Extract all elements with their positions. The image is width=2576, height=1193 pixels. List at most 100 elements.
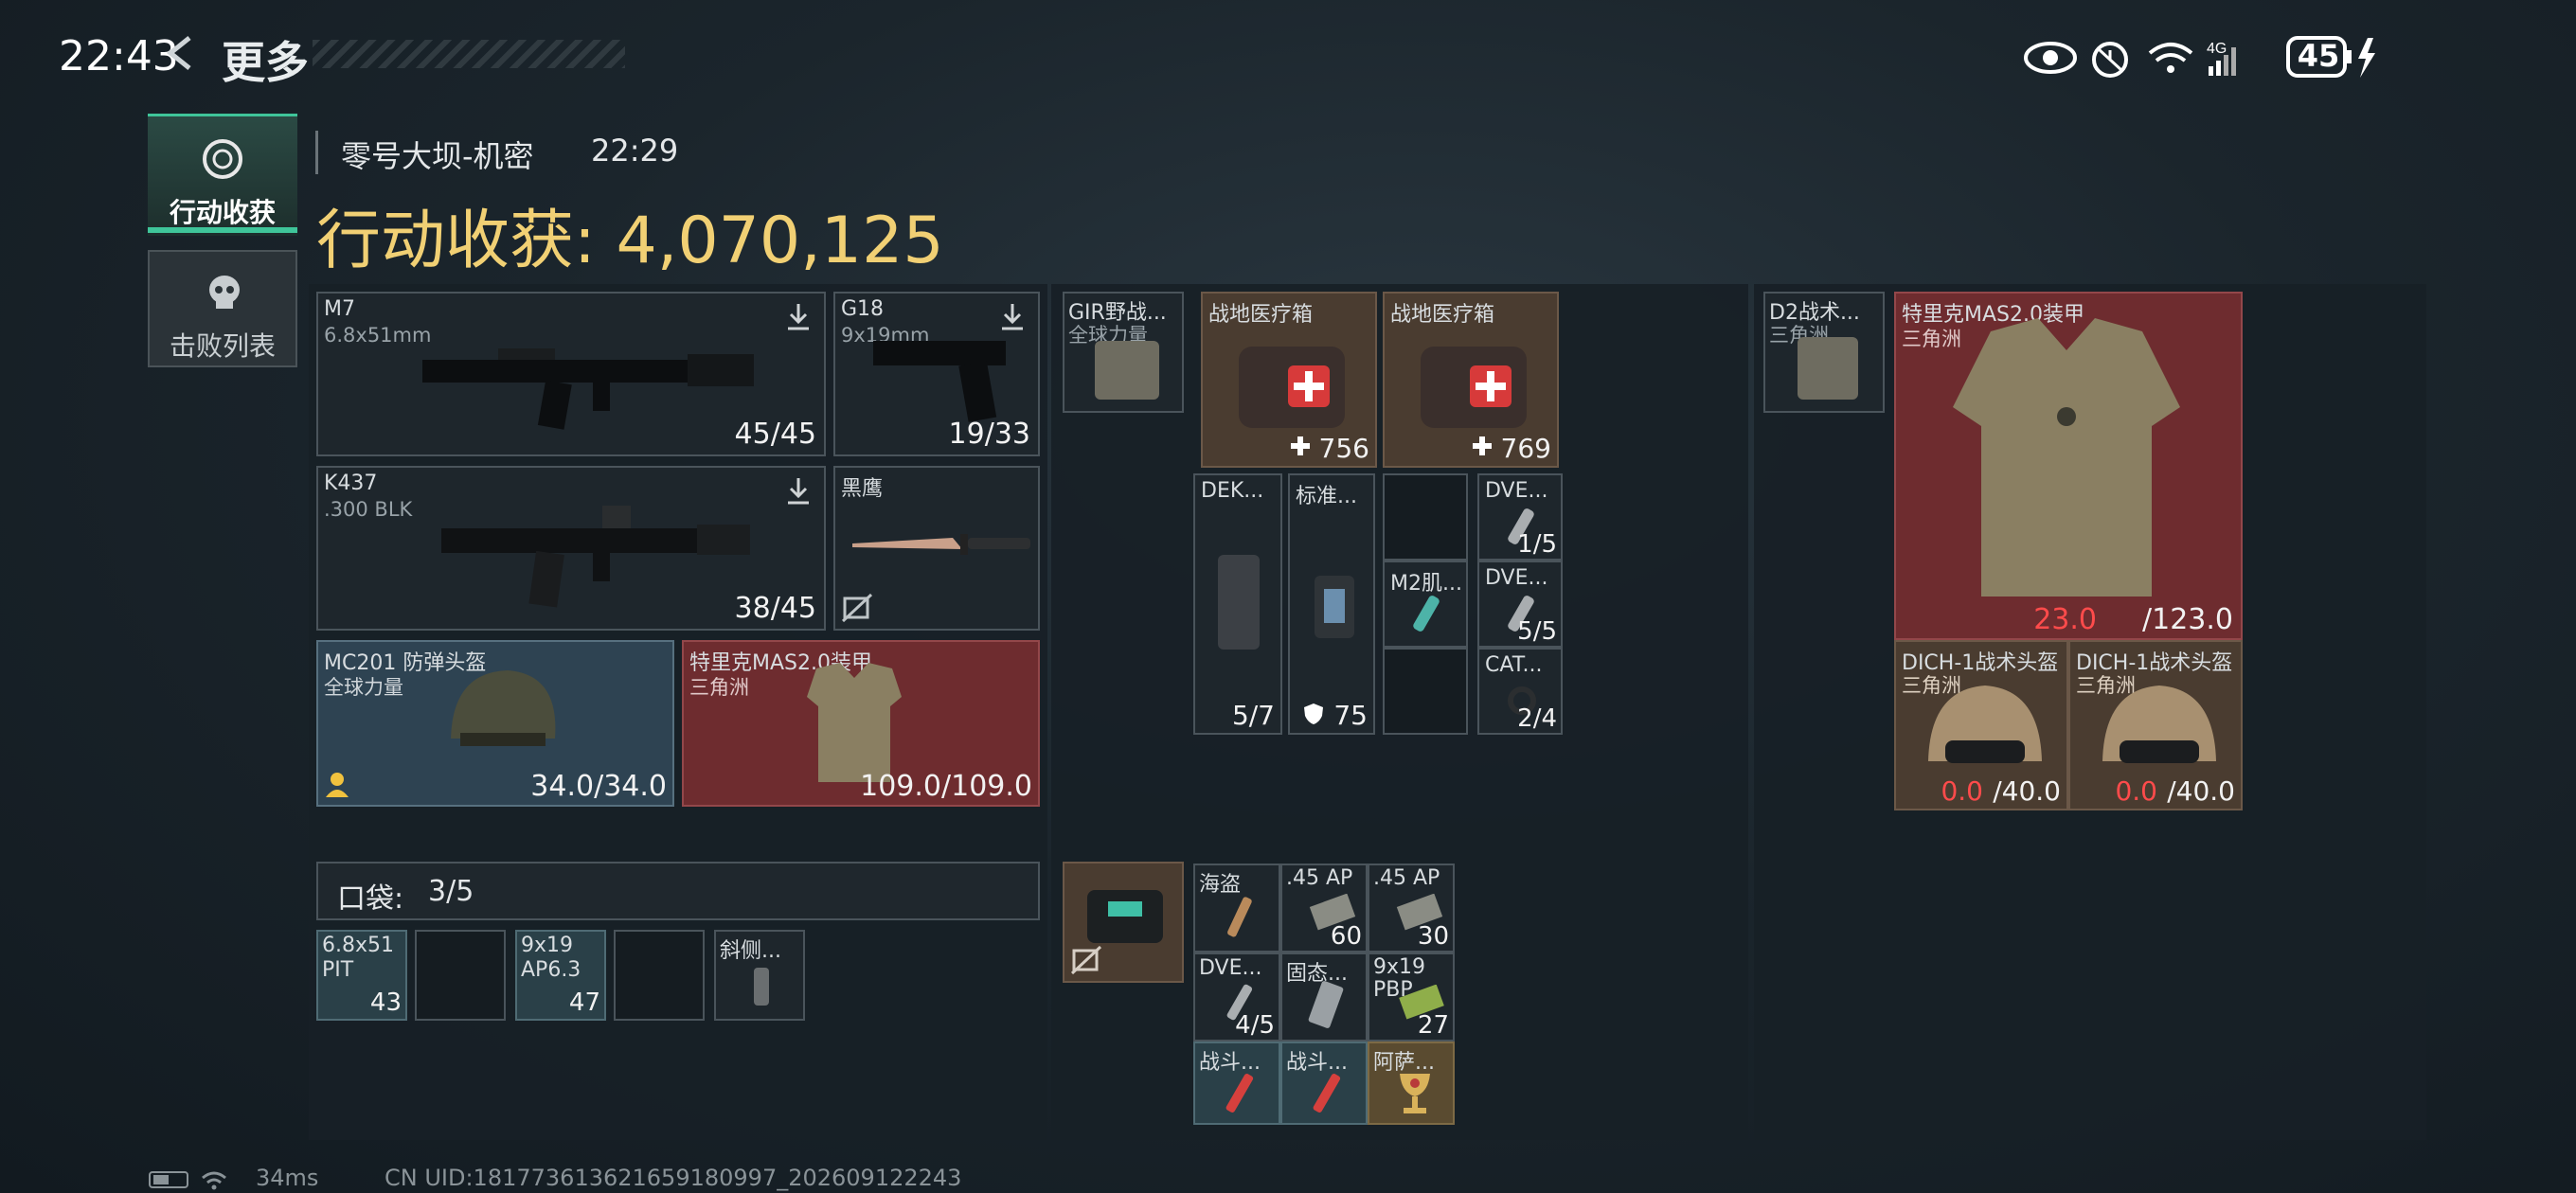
ping: 34ms [256, 1165, 319, 1191]
item-qty: 5/7 [1231, 700, 1275, 731]
durability-max: /40.0 [2167, 775, 2235, 807]
durability-current: 0.0 [1941, 775, 1983, 807]
item-name: CAT... [1485, 653, 1543, 677]
stash-helmet-slot[interactable]: DICH-1战术头盔 三角洲 /40.0 0.0 [1894, 640, 2068, 810]
item-qty: 47 [568, 988, 600, 1017]
item-qty: 1/5 [1517, 530, 1557, 559]
rig-item[interactable]: 战地医疗箱 769 [1383, 292, 1559, 468]
rig-item[interactable]: CAT... 2/4 [1477, 648, 1563, 735]
rig-item[interactable]: DEK... 5/7 [1193, 473, 1282, 735]
item-name: 9x19 [521, 934, 574, 957]
durability: 34.0/34.0 [530, 770, 667, 803]
helmet-image [451, 670, 556, 746]
pocket-header: 口袋: 3/5 [316, 862, 1040, 920]
battery-level: 45 [2297, 38, 2340, 74]
map-name: 零号大坝-机密 [341, 138, 534, 174]
stim-image [1313, 1074, 1341, 1113]
svg-text:4G: 4G [2207, 41, 2227, 57]
pocket-slot-empty[interactable] [415, 930, 506, 1021]
rig-slot-empty[interactable] [1383, 473, 1468, 561]
knife-image [1227, 897, 1252, 937]
backpack-slot[interactable] [1063, 862, 1184, 983]
pocket-item[interactable]: 9x19 AP6.3 47 [515, 930, 606, 1021]
network-status-icons [149, 1171, 226, 1190]
signal-icon: 4G [2207, 41, 2236, 76]
back-button[interactable] [161, 34, 199, 72]
weapon-name: K437 [324, 472, 378, 495]
weapon-slot-secondary[interactable]: K437 .300 BLK 38/45 [316, 466, 826, 631]
goblet-image [1400, 1074, 1430, 1113]
backpack-item[interactable]: 海盗 [1193, 864, 1280, 953]
backpack-item[interactable]: .45 AP 30 [1368, 864, 1455, 953]
backpack-item[interactable]: 阿萨... [1368, 1042, 1455, 1125]
armor-image [1953, 318, 2180, 596]
medkit-image [1421, 347, 1527, 428]
gear-brand: 三角洲 [689, 676, 749, 699]
tab-kill-list[interactable]: 击败列表 [148, 250, 297, 367]
item-qty: 756 [1318, 433, 1369, 464]
item-name: .45 AP [1373, 867, 1440, 890]
backpack-item[interactable]: 战斗... [1193, 1042, 1280, 1125]
melee-slot[interactable]: 黑鹰 [833, 466, 1040, 631]
stash-helmet-slot[interactable]: DICH-1战术头盔 三角洲 /40.0 0.0 [2068, 640, 2243, 810]
alarm-icon [2092, 42, 2128, 78]
eye-icon [2024, 42, 2077, 74]
weapon-name: G18 [841, 297, 885, 321]
rig-item[interactable]: 战地医疗箱 756 [1201, 292, 1377, 468]
rig-item[interactable]: DVE... 5/5 [1477, 561, 1563, 648]
backpack-item[interactable]: DVE... 4/5 [1193, 953, 1280, 1042]
item-qty: 4/5 [1235, 1011, 1275, 1040]
rig-item[interactable]: 标准... 75 [1288, 473, 1375, 735]
pocket-count: 3/5 [428, 875, 474, 908]
backpack-item[interactable]: .45 AP 60 [1280, 864, 1368, 953]
loot-icon [203, 139, 242, 179]
helmet-image [2102, 686, 2216, 763]
rig-image [1095, 341, 1159, 400]
rig-image [1798, 337, 1858, 400]
no-insure-icon [1070, 945, 1102, 975]
weapon-slot-sidearm[interactable]: G18 9x19mm 19/33 [833, 292, 1040, 456]
backpack-image [1087, 890, 1163, 943]
match-time: 22:29 [591, 133, 679, 169]
item-name: DVE... [1485, 566, 1548, 590]
backpack-item[interactable]: 9x19 PBP 27 [1368, 953, 1455, 1042]
backpack-item[interactable]: 战斗... [1280, 1042, 1368, 1125]
helmet-slot[interactable]: MC201 防弹头盔 全球力量 34.0/34.0 [316, 640, 674, 807]
download-icon[interactable] [782, 301, 814, 333]
drive-image [1308, 981, 1344, 1028]
team-icon [326, 773, 349, 797]
ammo-count: 38/45 [734, 592, 816, 625]
armor-slot[interactable]: 特里克MAS2.0装甲 三角洲 109.0/109.0 [682, 640, 1040, 807]
backpack-item[interactable]: 固态... [1280, 953, 1368, 1042]
item-qty: 27 [1417, 1011, 1449, 1040]
rig-item[interactable]: DVE... 1/5 [1477, 473, 1563, 561]
rig-item[interactable]: M2肌... [1383, 561, 1468, 648]
battery-small-icon [149, 1171, 188, 1188]
page-header-title: 更多 [222, 37, 309, 88]
item-name: DEK... [1201, 479, 1264, 503]
item-qty: 2/4 [1517, 704, 1557, 733]
no-insure-icon [841, 593, 873, 623]
pocket-label: 口袋: [337, 882, 404, 916]
item-sub: PIT [322, 958, 354, 982]
back-icon [166, 36, 191, 70]
pocket-item[interactable]: 斜侧... [714, 930, 805, 1021]
pocket-slot-empty[interactable] [614, 930, 705, 1021]
weapon-slot-primary[interactable]: M7 6.8x51mm 45/45 [316, 292, 826, 456]
stash-rig-slot[interactable]: D2战术... 三角洲 [1763, 292, 1885, 413]
gear-brand: 全球力量 [324, 676, 403, 699]
download-icon[interactable] [782, 475, 814, 507]
pocket-item[interactable]: 6.8x51 PIT 43 [316, 930, 407, 1021]
wifi-small-icon [202, 1171, 226, 1190]
helmet-image [1928, 686, 2042, 763]
plus-icon [1473, 436, 1492, 455]
rig-slot[interactable]: GIR野战... 全球力量 [1063, 292, 1184, 413]
item-name: 战地医疗箱 [1390, 303, 1495, 327]
tab-action-harvest[interactable]: 行动收获 [148, 114, 297, 236]
item-name: .45 AP [1286, 867, 1353, 890]
rig-slot-empty[interactable] [1383, 648, 1468, 735]
rifle-image [422, 348, 754, 430]
tab-label: 行动收获 [169, 197, 276, 228]
item-name: 标准... [1296, 485, 1357, 508]
stash-armor-slot[interactable]: 特里克MAS2.0装甲 三角洲 /123.0 23.0 [1894, 292, 2243, 640]
